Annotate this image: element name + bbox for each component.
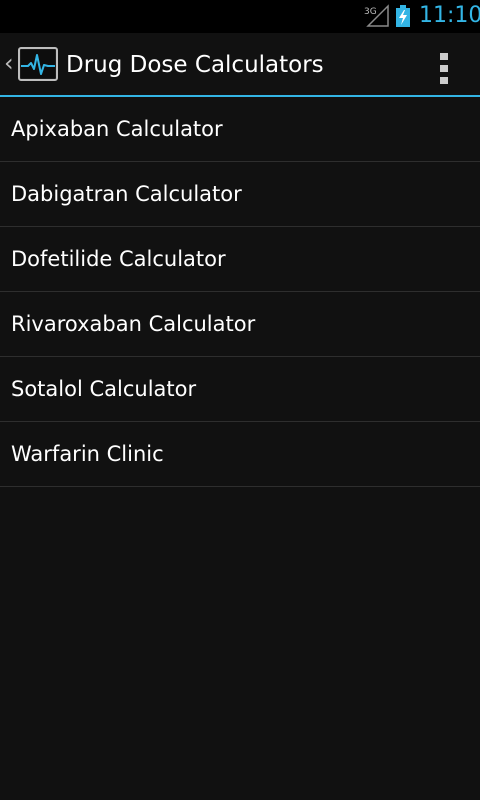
list-item-warfarin-clinic[interactable]: Warfarin Clinic	[0, 422, 480, 487]
list-item-label: Warfarin Clinic	[11, 442, 164, 466]
action-bar: ‹ Drug Dose Calculators	[0, 33, 480, 95]
list-item-label: Dabigatran Calculator	[11, 182, 242, 206]
status-bar: 3G 11:10	[0, 0, 480, 33]
list-item-rivaroxaban[interactable]: Rivaroxaban Calculator	[0, 292, 480, 357]
calculator-list: Apixaban Calculator Dabigatran Calculato…	[0, 97, 480, 487]
up-navigation-button[interactable]: ‹	[0, 33, 62, 95]
list-item-label: Apixaban Calculator	[11, 117, 223, 141]
list-item-label: Sotalol Calculator	[11, 377, 197, 401]
page-title: Drug Dose Calculators	[66, 52, 324, 78]
list-item-dofetilide[interactable]: Dofetilide Calculator	[0, 227, 480, 292]
up-caret-icon: ‹	[4, 49, 14, 77]
overflow-menu-button[interactable]	[424, 39, 464, 89]
list-item-apixaban[interactable]: Apixaban Calculator	[0, 97, 480, 162]
list-item-label: Rivaroxaban Calculator	[11, 312, 256, 336]
list-item-sotalol[interactable]: Sotalol Calculator	[0, 357, 480, 422]
network-type-label: 3G	[364, 7, 377, 17]
battery-charging-icon	[396, 5, 410, 27]
signal-icon: 3G	[364, 4, 389, 27]
list-item-dabigatran[interactable]: Dabigatran Calculator	[0, 162, 480, 227]
status-bar-clock: 11:10	[419, 3, 480, 28]
list-item-label: Dofetilide Calculator	[11, 247, 226, 271]
heartbeat-monitor-icon	[18, 47, 58, 81]
